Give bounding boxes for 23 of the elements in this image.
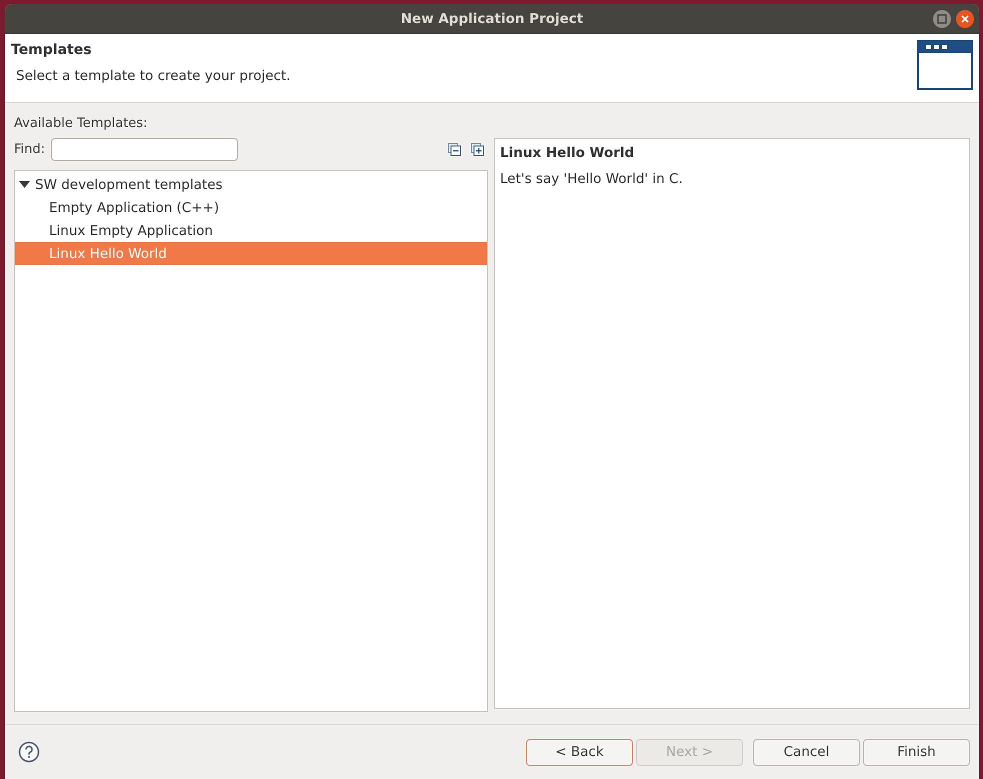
window-title: New Application Project <box>400 11 584 27</box>
template-title: Linux Hello World <box>500 145 636 161</box>
dialog-button[interactable]: Cancel <box>753 738 860 766</box>
page-description: Select a template to create your project. <box>16 68 291 84</box>
tree-item[interactable]: SW development templates <box>15 173 487 196</box>
help-icon[interactable] <box>18 741 40 763</box>
dialog-button[interactable]: < Back <box>526 738 633 766</box>
available-templates-label: Available Templates: <box>14 116 148 133</box>
close-button[interactable] <box>956 10 974 28</box>
tree-item[interactable]: Linux Empty Application <box>15 219 487 242</box>
window-icon <box>917 40 973 90</box>
expanded-arrow-icon[interactable] <box>19 180 30 188</box>
close-icon <box>960 14 970 24</box>
expand-all-icon[interactable] <box>471 142 484 156</box>
dialog-button[interactable]: Finish <box>863 738 970 766</box>
collapse-all-icon[interactable] <box>448 142 461 156</box>
page-title: Templates <box>11 42 93 58</box>
tree-item[interactable]: Empty Application (C++) <box>15 196 487 219</box>
maximize-button[interactable] <box>933 10 951 28</box>
template-description: Let's say 'Hello World' in C. <box>500 171 684 187</box>
maximize-icon <box>937 14 947 24</box>
find-field[interactable] <box>51 138 238 160</box>
find-label: Find: <box>14 142 46 156</box>
